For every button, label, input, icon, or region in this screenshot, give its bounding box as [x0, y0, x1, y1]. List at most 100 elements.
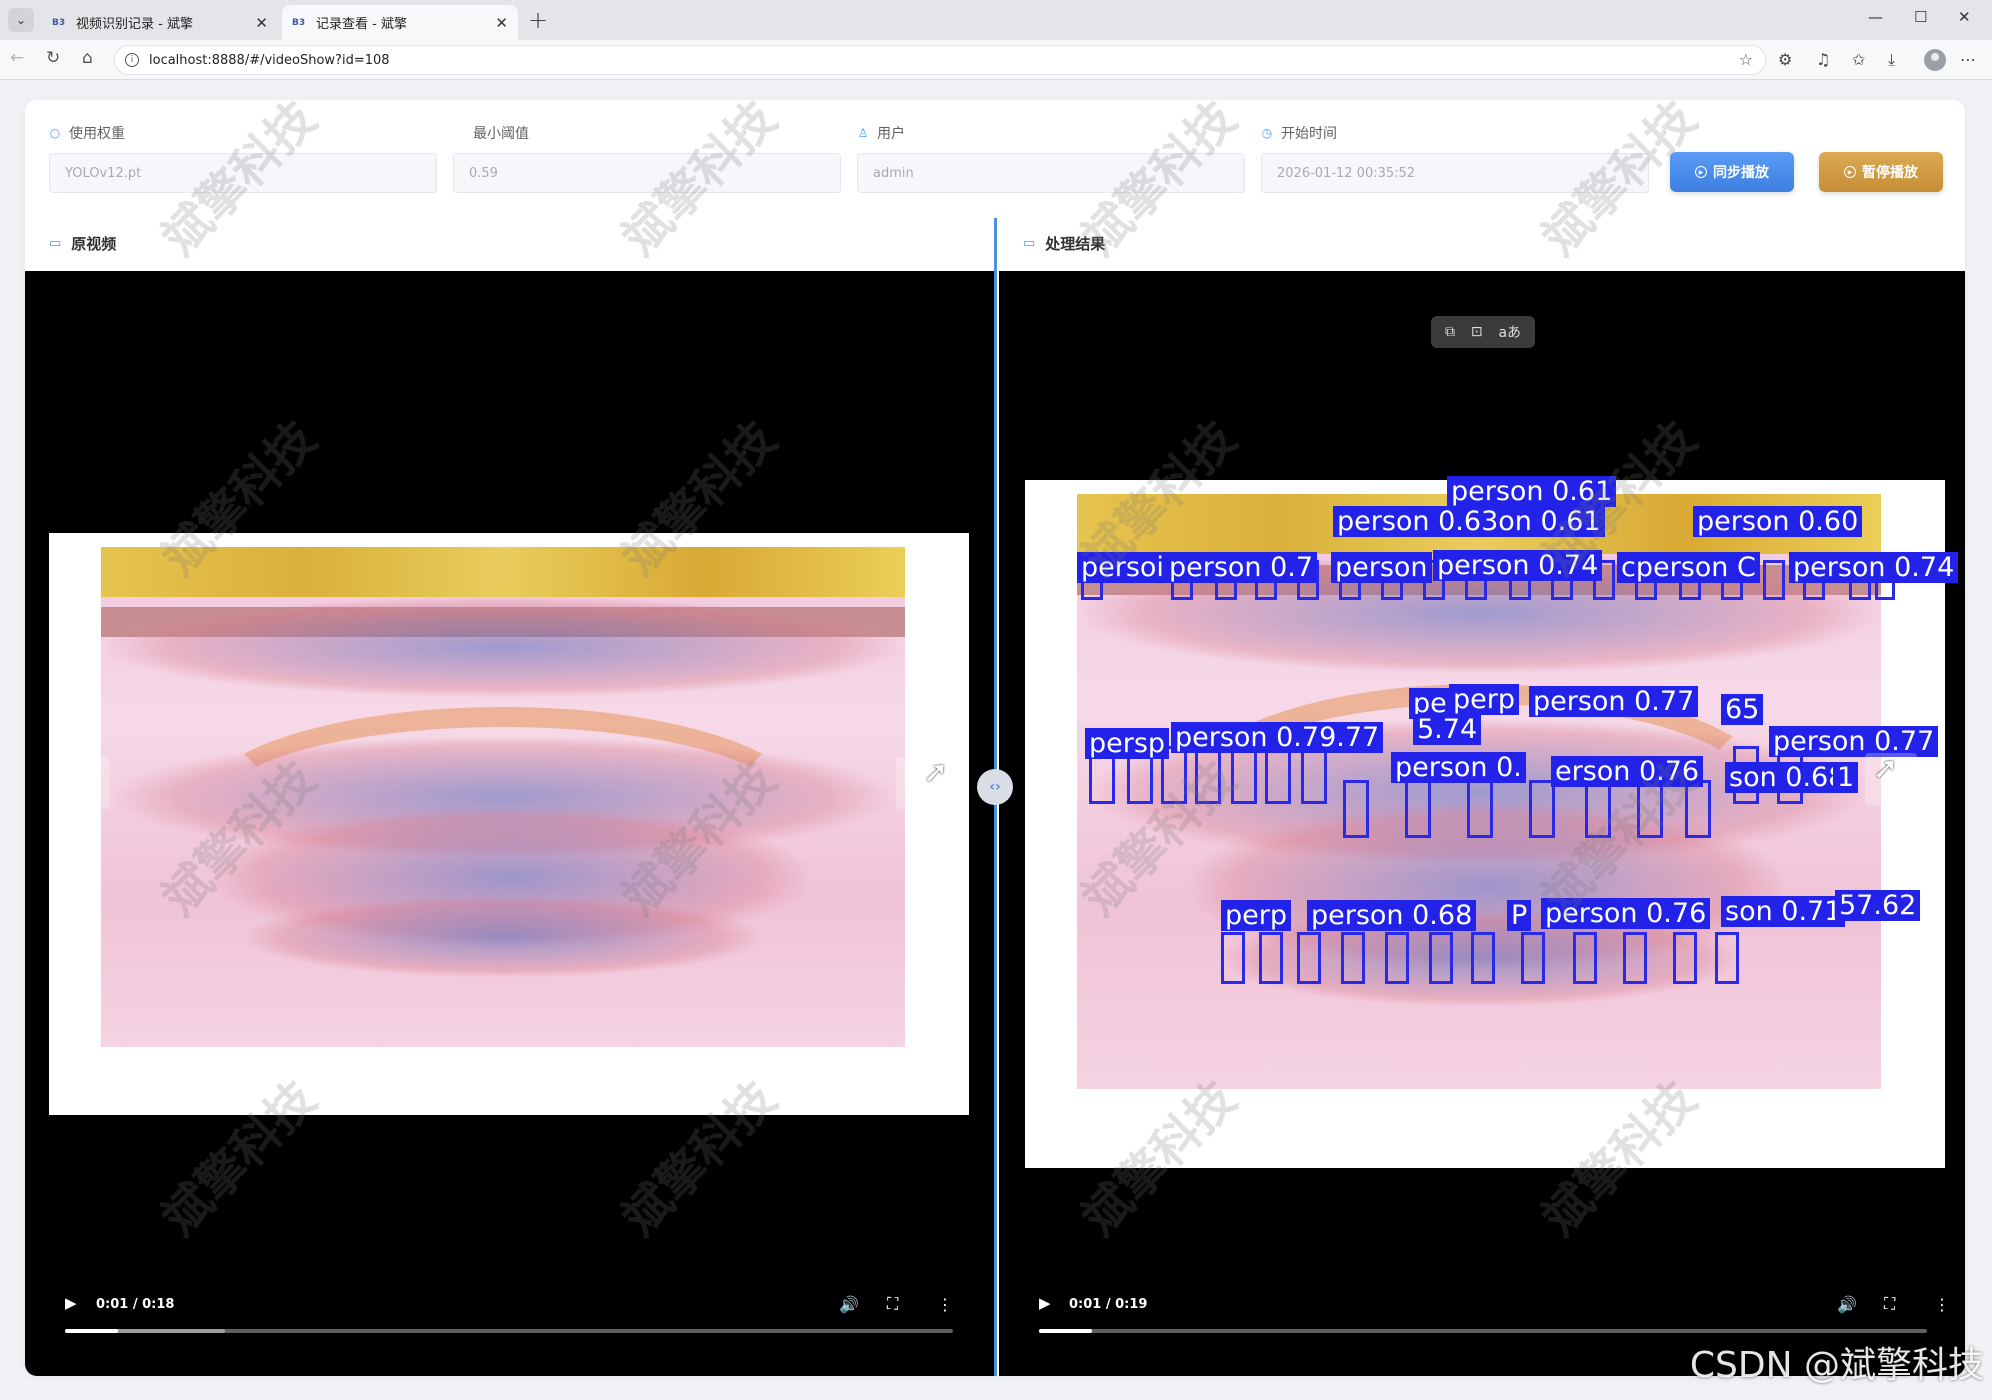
performance-scene-image	[101, 547, 905, 1047]
detection-label: person 0.61	[1447, 476, 1617, 507]
settings-icon: ○	[49, 126, 61, 140]
detection-box	[1529, 780, 1555, 838]
detection-box	[1405, 780, 1431, 838]
volume-icon[interactable]: 🔊	[839, 1295, 859, 1314]
more-menu-icon[interactable]: ⋯	[1960, 50, 1976, 69]
detection-box	[1385, 932, 1409, 984]
play-icon[interactable]: ▶	[65, 1294, 77, 1312]
detection-box	[1195, 746, 1221, 804]
threshold-field: 最小阈值 0.59	[453, 122, 841, 193]
detection-box	[1637, 780, 1663, 838]
user-field: ♙ 用户 admin	[857, 122, 1245, 193]
start-time-field: ◷ 开始时间 2026-01-12 00:35:52	[1261, 122, 1649, 193]
detection-label: person 0.	[1391, 752, 1526, 783]
detection-box	[1429, 932, 1453, 984]
video-capture-icon[interactable]: ⊡	[1471, 324, 1483, 340]
detection-box	[1231, 746, 1257, 804]
back-icon[interactable]: ←	[10, 48, 24, 68]
play-circle-icon: ▶	[1695, 166, 1707, 178]
detection-label: person 0.74	[1789, 552, 1959, 583]
detection-box	[1715, 932, 1739, 984]
detection-label: son 0.68	[1725, 762, 1850, 793]
result-video-player[interactable]: ⧉ ⊡ aあ person 0.61 person 0.63on 0.61 pe…	[999, 271, 1965, 1376]
minimize-icon[interactable]: —	[1868, 8, 1883, 26]
site-info-icon[interactable]: i	[125, 53, 139, 67]
detection-box	[1471, 932, 1495, 984]
tab-record-view[interactable]: B3 记录查看 - 斌擎 ✕	[282, 5, 518, 40]
time-display: 0:01 / 0:18	[96, 1297, 175, 1312]
detection-box	[1297, 932, 1321, 984]
play-icon[interactable]: ▶	[1039, 1294, 1051, 1312]
detection-label: person 0.60	[1693, 506, 1863, 537]
clock-icon: ◷	[1261, 126, 1273, 140]
media-icon[interactable]: ♫	[1816, 50, 1830, 69]
maximize-icon[interactable]: ☐	[1914, 8, 1927, 26]
detection-label: person 0.63on 0.61	[1333, 506, 1605, 537]
video-controls: ▶ 0:01 / 0:18 🔊 ⛶ ⋮	[25, 1256, 994, 1376]
tab-close-icon[interactable]: ✕	[495, 14, 508, 32]
detection-label: P	[1507, 900, 1532, 931]
start-time-label: 开始时间	[1281, 126, 1337, 142]
address-bar[interactable]: i localhost:8888/#/videoShow?id=108 ☆	[114, 45, 1766, 75]
threshold-input[interactable]: 0.59	[453, 153, 841, 193]
sync-play-button[interactable]: ▶ 同步播放	[1670, 152, 1794, 192]
tab-list-dropdown-icon[interactable]: ⌄	[8, 8, 34, 32]
detection-box	[1521, 932, 1545, 984]
fullscreen-icon[interactable]: ⛶	[887, 1294, 898, 1314]
detection-label: son 0.71	[1721, 896, 1846, 927]
volume-icon[interactable]: 🔊	[1837, 1295, 1857, 1314]
prev-arrow-icon[interactable]: ‹	[58, 757, 110, 809]
detection-label: 1	[1833, 762, 1859, 793]
detection-box	[1259, 932, 1283, 984]
weight-field: ○ 使用权重 YOLOv12.pt	[49, 122, 437, 193]
detection-label: persp	[1085, 728, 1170, 759]
translate-icon[interactable]: aあ	[1498, 322, 1521, 342]
picture-in-picture-icon[interactable]: ⧉	[1445, 324, 1455, 340]
detection-box	[1265, 746, 1291, 804]
tab-close-icon[interactable]: ✕	[255, 14, 268, 32]
downloads-icon[interactable]: ⤓	[1888, 50, 1895, 70]
home-icon[interactable]: ⌂	[82, 48, 93, 68]
extensions-icon[interactable]: ⚙	[1778, 50, 1792, 69]
prev-arrow-icon[interactable]: ‹	[1026, 753, 1078, 805]
time-display: 0:01 / 0:19	[1069, 1297, 1148, 1312]
new-tab-button[interactable]: +	[528, 6, 548, 34]
tab-title: 视频识别记录 - 斌擎	[76, 17, 193, 32]
detection-box	[1221, 932, 1245, 984]
record-view-card: ○ 使用权重 YOLOv12.pt 最小阈值 0.59 ♙ 用户 admin ◷ 开始…	[25, 100, 1965, 1376]
detection-box	[1343, 780, 1369, 838]
monitor-icon: ▭	[1023, 236, 1036, 251]
original-video-player[interactable]: ‹ › ➚ ▶ 0:01 / 0:18 🔊 ⛶ ⋮	[25, 271, 994, 1376]
mouse-cursor-icon: ➚	[1873, 751, 1899, 786]
seek-bar[interactable]	[1039, 1329, 1927, 1333]
window-close-icon[interactable]: ✕	[1958, 8, 1971, 26]
detection-label: erson 0.76	[1551, 756, 1704, 787]
tab-video-records[interactable]: B3 视频识别记录 - 斌擎 ✕	[42, 5, 278, 40]
weight-input[interactable]: YOLOv12.pt	[49, 153, 437, 193]
user-label: 用户	[877, 126, 905, 142]
start-time-input[interactable]: 2026-01-12 00:35:52	[1261, 153, 1649, 193]
detection-label: cperson C	[1617, 552, 1760, 583]
more-options-icon[interactable]: ⋮	[937, 1295, 953, 1314]
detection-box	[1685, 780, 1711, 838]
profile-avatar[interactable]	[1924, 49, 1946, 71]
more-options-icon[interactable]: ⋮	[1934, 1295, 1950, 1314]
pause-play-button[interactable]: ▶ 暂停播放	[1819, 152, 1943, 192]
favorite-star-icon[interactable]: ☆	[1739, 50, 1753, 69]
detection-box	[1585, 780, 1611, 838]
mouse-cursor-icon: ➚	[923, 755, 949, 790]
detection-label: person 0.76	[1541, 898, 1711, 929]
split-drag-handle-icon[interactable]: ‹›	[977, 769, 1013, 805]
detection-box	[1301, 746, 1327, 804]
threshold-label: 最小阈值	[473, 126, 529, 142]
url-text: localhost:8888/#/videoShow?id=108	[149, 52, 390, 68]
favorites-icon[interactable]: ✩	[1852, 50, 1865, 69]
user-input[interactable]: admin	[857, 153, 1245, 193]
original-video-title: ▭ 原视频	[49, 235, 117, 253]
tab-favicon: B3	[292, 17, 306, 28]
fullscreen-icon[interactable]: ⛶	[1884, 1294, 1895, 1314]
detection-label: person	[1331, 552, 1432, 583]
reload-icon[interactable]: ↻	[46, 48, 60, 68]
seek-bar[interactable]	[65, 1329, 953, 1333]
pause-circle-icon: ▶	[1844, 166, 1856, 178]
